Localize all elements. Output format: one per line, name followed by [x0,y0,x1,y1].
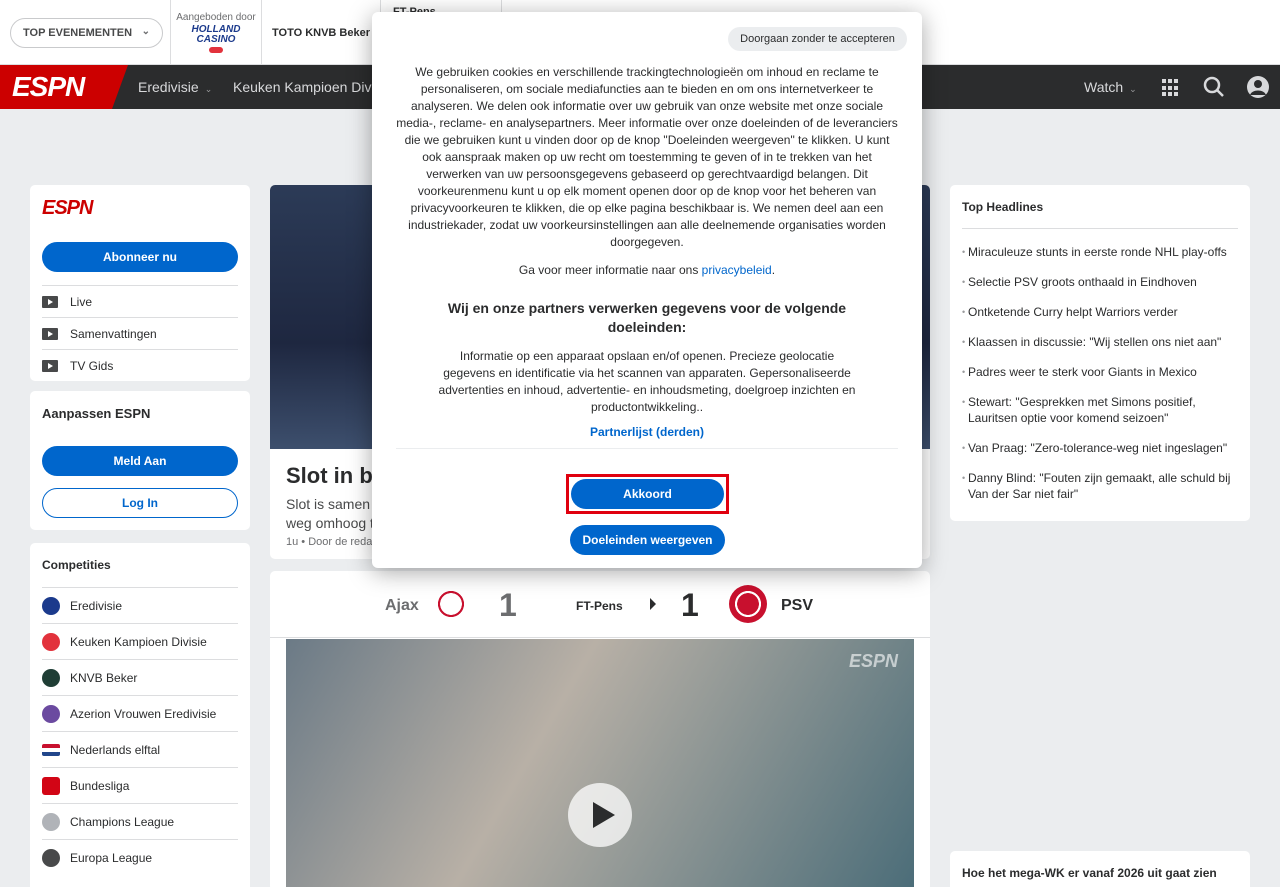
consent-text: We gebruiken cookies en verschillende tr… [396,65,898,249]
cookie-consent-dialog: Doorgaan zonder te accepteren We gebruik… [372,12,922,568]
purposes-text: Informatie op een apparaat opslaan en/of… [438,349,856,414]
accept-button[interactable]: Akkoord [571,479,724,509]
show-purposes-button[interactable]: Doeleinden weergeven [570,525,725,555]
privacy-policy-link[interactable]: privacybeleid [702,263,772,277]
purposes-heading: Wij en onze partners verwerken gegevens … [447,300,847,335]
partner-list-link[interactable]: Partnerlijst (derden) [372,425,922,439]
privacy-info: Ga voor meer informatie naar ons privacy… [518,263,776,277]
continue-without-accepting-button[interactable]: Doorgaan zonder te accepteren [728,27,907,51]
